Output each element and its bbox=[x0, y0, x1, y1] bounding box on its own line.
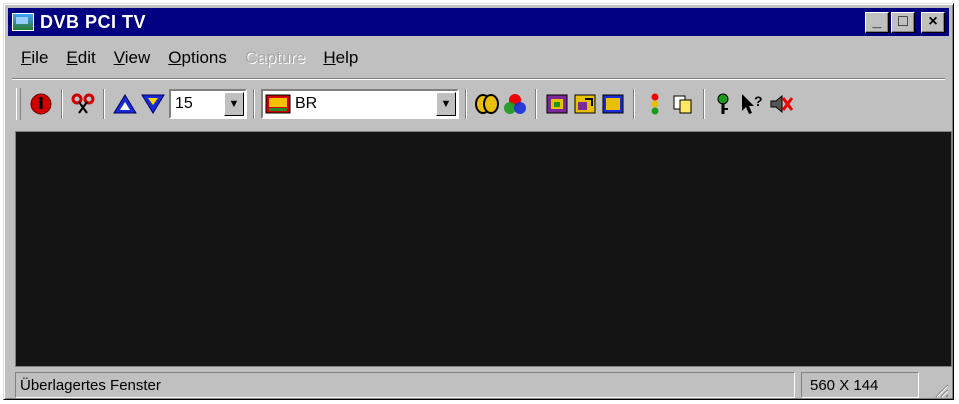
channel-name-select[interactable]: BR ▼ bbox=[261, 89, 459, 119]
fullscreen-button[interactable] bbox=[599, 89, 627, 119]
tv-station-icon bbox=[265, 94, 291, 114]
key-icon bbox=[717, 93, 729, 114]
channel-number-value: 15 bbox=[175, 95, 193, 112]
maximize-icon: □ bbox=[898, 13, 908, 30]
toolbar-grip[interactable] bbox=[16, 88, 21, 120]
video-display[interactable] bbox=[15, 131, 952, 367]
menu-view[interactable]: View bbox=[105, 44, 160, 74]
audio-button[interactable] bbox=[473, 89, 501, 119]
tv-app-icon[interactable] bbox=[12, 13, 34, 31]
channel-up-icon bbox=[113, 94, 137, 114]
copy-icon bbox=[673, 95, 692, 114]
resize-grip-icon[interactable] bbox=[919, 372, 949, 398]
resize-icon bbox=[574, 94, 596, 114]
snapshot-icon bbox=[546, 94, 568, 114]
toolbar: 15 ▼ BR ▼ ? bbox=[16, 84, 944, 124]
app-window: DVB PCI TV _ □ × File Edit View Options … bbox=[3, 3, 954, 400]
channel-name-value: BR bbox=[295, 95, 318, 112]
channel-number-select[interactable]: 15 ▼ bbox=[169, 89, 247, 119]
scissors-icon bbox=[71, 93, 95, 114]
channel-down-icon bbox=[141, 94, 165, 114]
status-text-panel: Überlagertes Fenster bbox=[15, 372, 795, 398]
menu-bar: File Edit View Options Capture Help bbox=[12, 44, 367, 74]
traffic-light-icon bbox=[651, 93, 659, 115]
color-icon bbox=[504, 94, 526, 114]
menu-help[interactable]: Help bbox=[314, 44, 367, 74]
power-button[interactable] bbox=[27, 89, 55, 119]
maximize-button[interactable]: □ bbox=[891, 12, 915, 33]
menu-capture[interactable]: Capture bbox=[236, 44, 314, 74]
audio-icon bbox=[475, 94, 499, 114]
resize-button[interactable] bbox=[571, 89, 599, 119]
svg-text:?: ? bbox=[754, 93, 763, 109]
title-bar[interactable]: DVB PCI TV _ □ × bbox=[8, 8, 949, 36]
snapshot-button[interactable] bbox=[543, 89, 571, 119]
close-button[interactable]: × bbox=[921, 12, 945, 33]
minimize-icon: _ bbox=[872, 13, 882, 30]
status-text: Überlagertes Fenster bbox=[20, 376, 161, 394]
fullscreen-icon bbox=[602, 94, 624, 114]
traffic-light-button[interactable] bbox=[641, 89, 669, 119]
mute-icon bbox=[770, 94, 794, 114]
menu-edit[interactable]: Edit bbox=[57, 44, 104, 74]
color-button[interactable] bbox=[501, 89, 529, 119]
mute-button[interactable] bbox=[767, 89, 795, 119]
channel-up-button[interactable] bbox=[111, 89, 139, 119]
menu-separator bbox=[12, 78, 945, 80]
chevron-down-icon[interactable]: ▼ bbox=[436, 92, 456, 116]
channel-down-button[interactable] bbox=[139, 89, 167, 119]
power-icon bbox=[30, 93, 52, 115]
close-icon: × bbox=[928, 13, 938, 30]
menu-file[interactable]: File bbox=[12, 44, 57, 74]
key-button[interactable] bbox=[711, 89, 739, 119]
help-pointer-button[interactable]: ? bbox=[739, 89, 767, 119]
window-title: DVB PCI TV bbox=[40, 11, 147, 32]
status-size-panel: 560 X 144 bbox=[801, 372, 919, 398]
status-bar: Überlagertes Fenster 560 X 144 bbox=[15, 372, 952, 398]
copy-button[interactable] bbox=[669, 89, 697, 119]
scissors-button[interactable] bbox=[69, 89, 97, 119]
help-pointer-icon: ? bbox=[742, 93, 763, 114]
chevron-down-icon[interactable]: ▼ bbox=[224, 92, 244, 116]
menu-options[interactable]: Options bbox=[159, 44, 236, 74]
video-size: 560 X 144 bbox=[810, 376, 879, 394]
minimize-button[interactable]: _ bbox=[865, 12, 889, 33]
